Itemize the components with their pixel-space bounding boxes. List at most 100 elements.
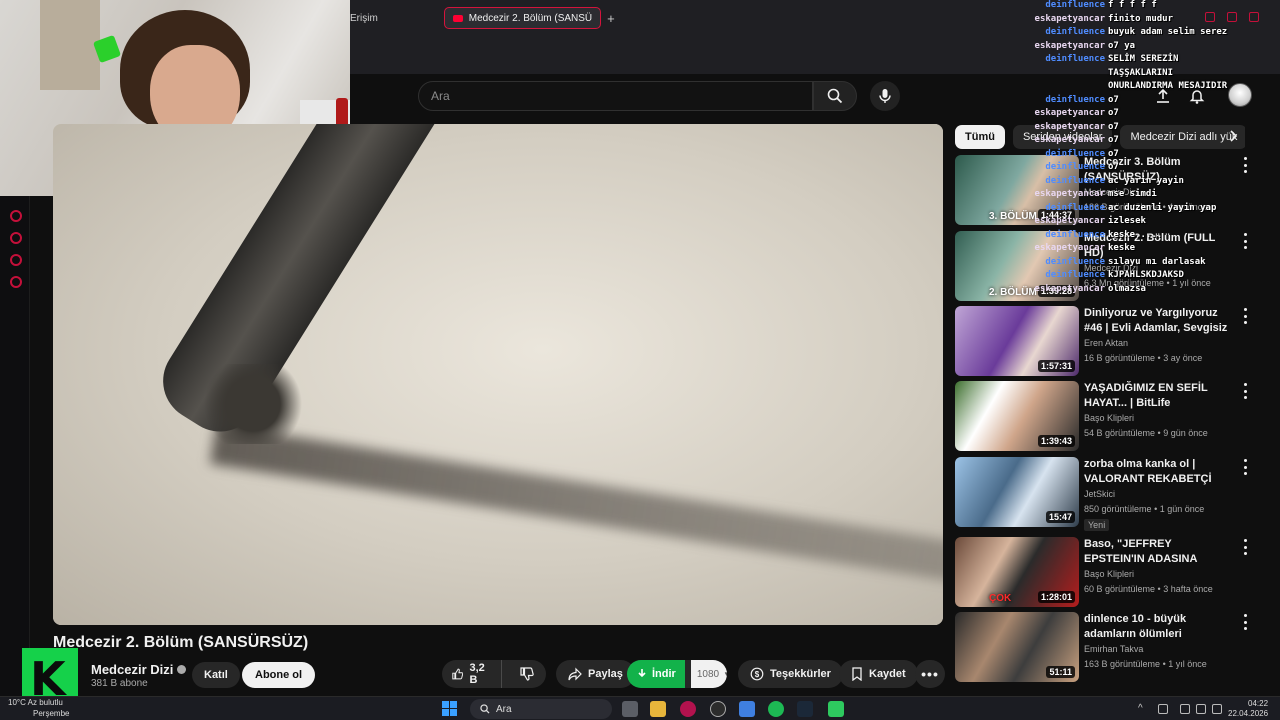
steam-icon[interactable] bbox=[797, 701, 813, 717]
volume-icon[interactable] bbox=[1196, 704, 1206, 714]
share-button[interactable]: Paylaş bbox=[556, 660, 635, 688]
quality-value: 1080 bbox=[696, 668, 720, 680]
download-button[interactable]: İndir bbox=[627, 660, 685, 688]
video-player[interactable] bbox=[53, 124, 943, 625]
search-input[interactable]: Ara bbox=[418, 81, 813, 111]
search-icon bbox=[827, 88, 843, 104]
tab-active-label: Medcezir 2. Bölüm (SANSÜ bbox=[468, 12, 593, 24]
tray-clock[interactable]: 04:22 22.04.2026 bbox=[1228, 699, 1268, 719]
channel-name[interactable]: Medcezir Dizi bbox=[91, 662, 187, 677]
video-thumbnail[interactable]: 51:11 bbox=[955, 612, 1079, 682]
maximize-icon[interactable] bbox=[1227, 12, 1237, 22]
weather-widget[interactable]: 10°C Az bulutlu bbox=[8, 698, 63, 708]
tab-erisim[interactable]: Erişim bbox=[350, 13, 438, 24]
recommended-video[interactable]: 15:47 zorba olma kanka ol | VALORANT REK… bbox=[955, 457, 1260, 531]
chip-all[interactable]: Tümü bbox=[955, 125, 1005, 149]
network-icon[interactable] bbox=[1180, 704, 1190, 714]
recommended-video[interactable]: 51:11 dinlence 10 - büyük adamların ölüm… bbox=[955, 612, 1260, 682]
video-channel[interactable]: Başo Klipleri bbox=[1084, 413, 1134, 423]
taskbar-search-label: Ara bbox=[496, 703, 512, 715]
video-thumbnail[interactable]: ÇOK 1:28:01 bbox=[955, 537, 1079, 607]
chip-series[interactable]: Seriden videolar bbox=[1012, 125, 1113, 149]
tab-active[interactable]: Medcezir 2. Bölüm (SANSÜ bbox=[443, 7, 602, 29]
video-duration: 1:39:43 bbox=[1037, 435, 1075, 447]
video-thumbnail[interactable]: 15:47 bbox=[955, 457, 1079, 527]
video-thumbnail[interactable]: 2. BÖLÜM 1:39:28 bbox=[955, 231, 1079, 301]
video-thumbnail[interactable]: 3. BÖLÜM 1:44:37 bbox=[955, 155, 1079, 225]
save-button[interactable]: Kaydet bbox=[839, 660, 918, 688]
more-actions-button[interactable]: ••• bbox=[915, 660, 945, 688]
video-title[interactable]: Medcezir 2. Bölüm (FULL HD) bbox=[1084, 231, 1234, 261]
more-vert-icon[interactable] bbox=[1241, 383, 1249, 399]
video-channel[interactable]: Eren Aktan bbox=[1084, 338, 1128, 348]
thanks-button[interactable]: $ Teşekkürler bbox=[738, 660, 843, 688]
video-title[interactable]: YAŞADIĞIMIZ EN SEFİL HAYAT... | BitLife bbox=[1084, 381, 1234, 411]
video-age: 1 yıl önce bbox=[1168, 659, 1207, 669]
video-channel[interactable]: JetSkici bbox=[1084, 489, 1115, 499]
taskbar-search[interactable]: Ara bbox=[470, 699, 612, 719]
more-vert-icon[interactable] bbox=[1241, 308, 1249, 324]
notifications-button[interactable] bbox=[1184, 83, 1210, 109]
video-meta: 850 görüntüleme • 1 gün önce bbox=[1084, 504, 1205, 514]
more-vert-icon[interactable] bbox=[1241, 459, 1249, 475]
file-explorer-icon[interactable] bbox=[650, 701, 666, 717]
subscribe-button[interactable]: Abone ol bbox=[242, 662, 316, 688]
chevron-right-icon[interactable] bbox=[1226, 129, 1240, 143]
app-icon[interactable] bbox=[739, 701, 755, 717]
like-count: 3,2 B bbox=[469, 662, 485, 686]
spotify-icon[interactable] bbox=[768, 701, 784, 717]
more-vert-icon[interactable] bbox=[1241, 233, 1249, 249]
quality-select[interactable]: 1080 ▼ bbox=[690, 660, 727, 688]
join-button[interactable]: Katıl bbox=[192, 662, 240, 688]
close-icon[interactable] bbox=[1249, 12, 1259, 22]
more-vert-icon[interactable] bbox=[1241, 157, 1249, 173]
recommended-video[interactable]: 1:39:43 YAŞADIĞIMIZ EN SEFİL HAYAT... | … bbox=[955, 381, 1260, 451]
video-title[interactable]: dinlence 10 - büyük adamların ölümleri bbox=[1084, 612, 1234, 642]
video-title[interactable]: Medcezir 3. Bölüm (SANSÜRSÜZ) bbox=[1084, 155, 1234, 185]
video-title[interactable]: Dinliyoruz ve Yargılıyoruz #46 | Evli Ad… bbox=[1084, 306, 1234, 336]
recommended-video[interactable]: 3. BÖLÜM 1:44:37 Medcezir 3. Bölüm (SANS… bbox=[955, 155, 1260, 225]
search-icon bbox=[480, 704, 490, 714]
windows-start-icon[interactable] bbox=[442, 701, 457, 716]
recommended-video[interactable]: 1:57:31 Dinliyoruz ve Yargılıyoruz #46 |… bbox=[955, 306, 1260, 376]
video-channel[interactable]: Medcezir Dizi bbox=[1084, 187, 1138, 197]
video-thumbnail[interactable]: 1:39:43 bbox=[955, 381, 1079, 451]
new-tab-button[interactable]: + bbox=[607, 11, 615, 26]
save-label: Kaydet bbox=[869, 668, 906, 680]
battery-icon[interactable] bbox=[1212, 704, 1222, 714]
video-title[interactable]: zorba olma kanka ol | VALORANT REKABETÇİ bbox=[1084, 457, 1234, 487]
chevron-down-icon: ▼ bbox=[723, 670, 727, 679]
thumbnail-caption: ÇOK bbox=[989, 593, 1012, 604]
mic-tray-icon[interactable] bbox=[1158, 704, 1168, 714]
dislike-button[interactable] bbox=[508, 660, 546, 688]
video-title[interactable]: Baso, "JEFFREY EPSTEIN'IN ADASINA SIZDIM… bbox=[1084, 537, 1234, 567]
search-button[interactable] bbox=[813, 81, 857, 111]
create-button[interactable] bbox=[1150, 83, 1176, 109]
settings-icon bbox=[10, 276, 22, 288]
video-thumbnail[interactable]: 1:57:31 bbox=[955, 306, 1079, 376]
recommended-video[interactable]: 2. BÖLÜM 1:39:28 Medcezir 2. Bölüm (FULL… bbox=[955, 231, 1260, 301]
app-icon[interactable] bbox=[710, 701, 726, 717]
video-views: 186 B görüntüleme bbox=[1084, 202, 1161, 212]
video-age: 3 ay önce bbox=[1163, 353, 1203, 363]
more-vert-icon[interactable] bbox=[1241, 539, 1249, 555]
more-vert-icon[interactable] bbox=[1241, 614, 1249, 630]
tray-chevron-up-icon[interactable]: ^ bbox=[1138, 703, 1143, 714]
video-channel[interactable]: Başo Klipleri bbox=[1084, 569, 1134, 579]
video-channel[interactable]: Medcezir Dizi bbox=[1084, 263, 1138, 273]
account-avatar[interactable] bbox=[1228, 83, 1252, 107]
upload-icon bbox=[1157, 88, 1169, 103]
recommended-video[interactable]: ÇOK 1:28:01 Baso, "JEFFREY EPSTEIN'IN AD… bbox=[955, 537, 1260, 607]
task-view-icon[interactable] bbox=[622, 701, 638, 717]
like-button[interactable]: 3,2 B bbox=[442, 660, 502, 688]
video-views: 850 görüntüleme bbox=[1084, 504, 1152, 514]
video-meta: 16 B görüntüleme • 3 ay önce bbox=[1084, 353, 1203, 363]
minimize-icon[interactable] bbox=[1205, 12, 1215, 22]
voice-search-button[interactable] bbox=[870, 81, 900, 111]
opera-icon[interactable] bbox=[680, 701, 696, 717]
stream-overlay-sidebar bbox=[0, 196, 30, 696]
thumbs-up-icon bbox=[452, 668, 464, 680]
share-icon bbox=[568, 667, 582, 681]
video-channel[interactable]: Emirhan Takva bbox=[1084, 644, 1143, 654]
app-icon[interactable] bbox=[828, 701, 844, 717]
